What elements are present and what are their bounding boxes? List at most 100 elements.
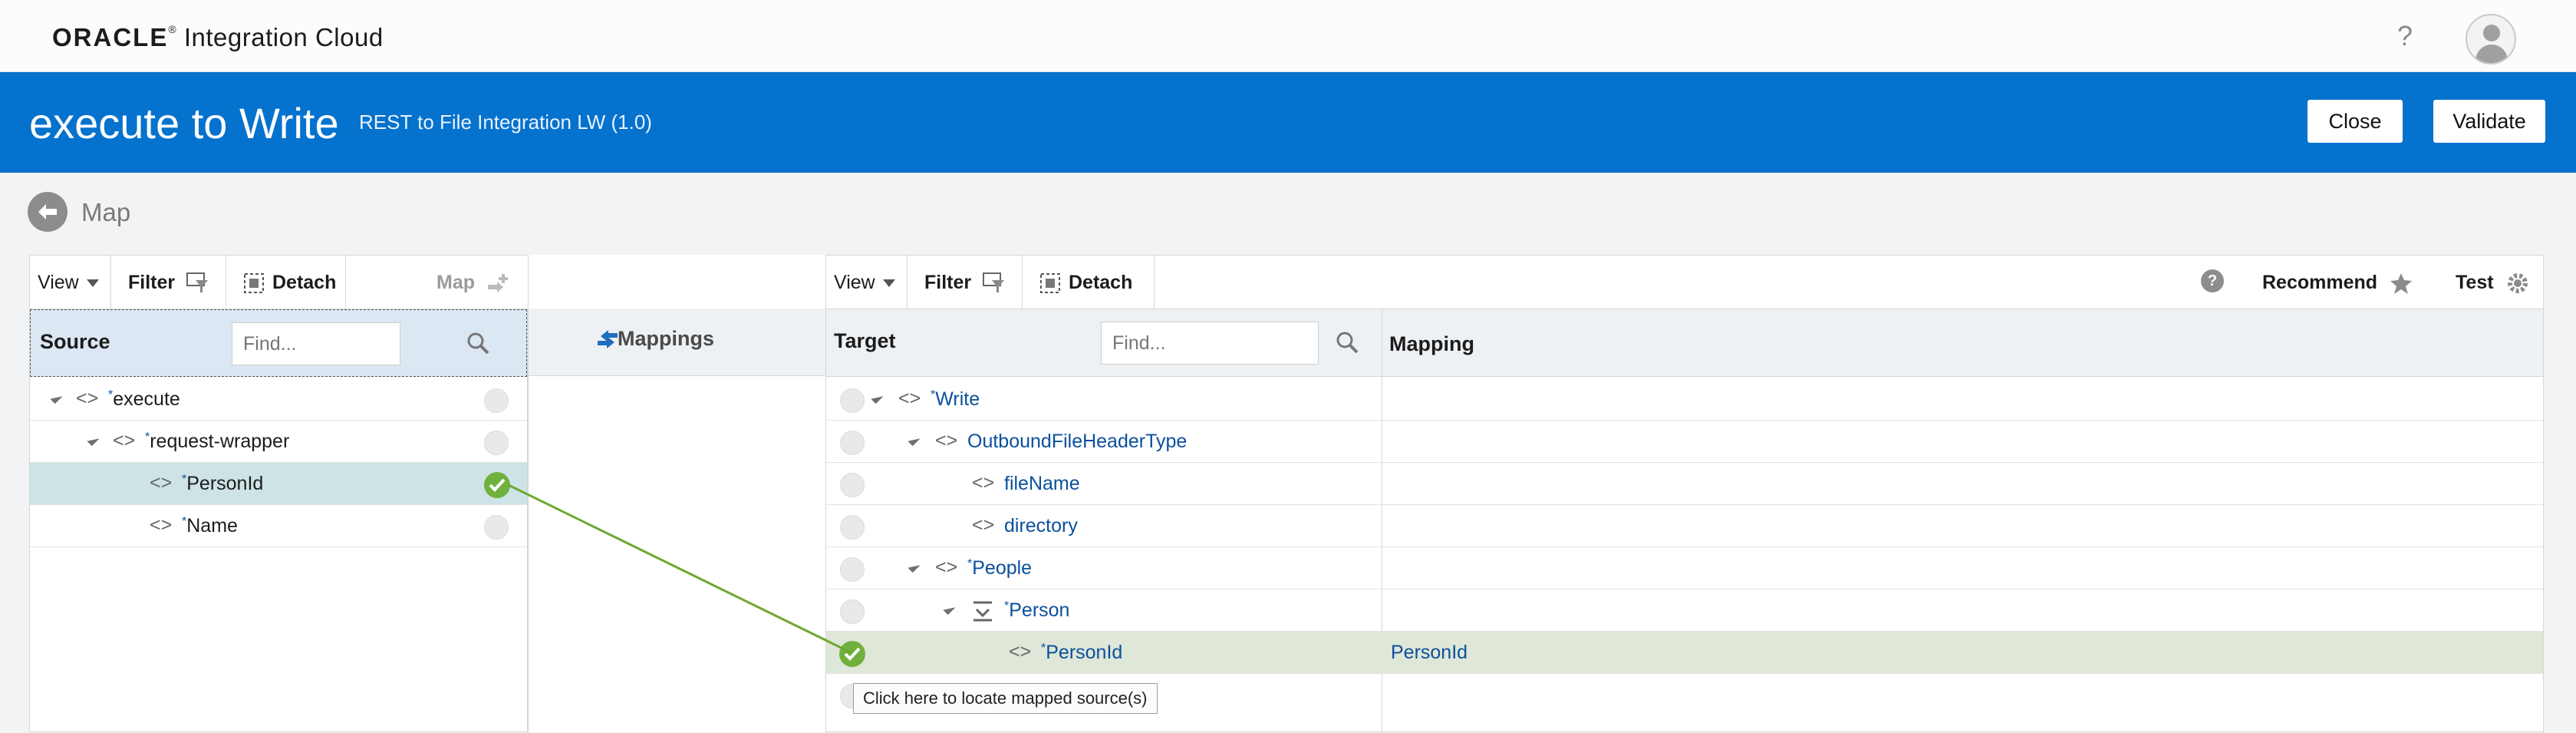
mapped-check-icon[interactable] xyxy=(839,641,865,667)
target-node-label: *PersonId xyxy=(1041,642,1123,663)
source-panel: View Filter Detach Map Source <> *execut… xyxy=(29,255,529,732)
avatar-body xyxy=(2476,45,2508,63)
mappings-header: Mappings xyxy=(529,309,825,376)
element-icon: <> xyxy=(113,430,136,451)
target-row-person[interactable]: *Person xyxy=(826,589,2543,632)
target-row-personid[interactable]: <> *PersonId PersonId xyxy=(826,632,2543,674)
avatar[interactable] xyxy=(2466,14,2516,64)
target-detach-button[interactable]: Detach xyxy=(1023,256,1155,309)
search-icon[interactable] xyxy=(465,330,491,356)
source-node-label: *Name xyxy=(182,515,238,537)
map-section-title: Map xyxy=(81,198,131,226)
target-row-outboundfileheadertype[interactable]: <> OutboundFileHeaderType xyxy=(826,421,2543,463)
mapping-column-header: Mapping xyxy=(1389,332,1474,355)
target-row-people[interactable]: <> *People xyxy=(826,547,2543,589)
unmapped-status-icon xyxy=(840,431,865,455)
collapse-triangle-icon[interactable] xyxy=(908,560,921,573)
top-bar: ORACLE® Integration Cloud ? xyxy=(0,0,2576,72)
map-icon xyxy=(28,192,68,232)
page-title: execute to Write xyxy=(29,99,339,147)
source-header-row: Source xyxy=(30,309,527,377)
target-view-label: View xyxy=(834,272,875,293)
mapping-value[interactable]: PersonId xyxy=(1391,642,1468,664)
element-icon: <> xyxy=(898,388,921,409)
target-panel: View Filter Detach ? Recommend Test Targ… xyxy=(825,255,2544,733)
target-find-input[interactable] xyxy=(1101,322,1319,365)
recommend-label: Recommend xyxy=(2262,272,2378,293)
oracle-logo: ORACLE® Integration Cloud xyxy=(52,23,384,52)
map-add-icon xyxy=(487,274,508,293)
target-node-label: *People xyxy=(967,557,1033,579)
test-label: Test xyxy=(2456,272,2494,293)
source-row-execute[interactable]: <> *execute xyxy=(30,378,527,421)
detach-icon xyxy=(1040,273,1060,294)
source-node-label: *request-wrapper xyxy=(145,431,290,452)
unmapped-status-icon xyxy=(840,473,865,497)
search-icon[interactable] xyxy=(1334,329,1360,355)
brand-oracle: ORACLE xyxy=(52,23,169,51)
target-view-menu[interactable]: View xyxy=(826,256,908,309)
filter-icon xyxy=(186,272,209,293)
unmapped-status-icon xyxy=(484,388,509,413)
brand-registered: ® xyxy=(168,23,177,35)
detach-icon xyxy=(244,273,264,294)
target-row-write[interactable]: <> *Write xyxy=(826,378,2543,421)
title-band: execute to Write REST to File Integratio… xyxy=(0,72,2576,173)
help-icon[interactable]: ? xyxy=(2201,269,2224,292)
target-header-row: Target Mapping xyxy=(826,309,2543,377)
unmapped-status-icon xyxy=(484,431,509,455)
mappings-panel: Mappings xyxy=(528,255,825,732)
source-row-personid[interactable]: <> *PersonId xyxy=(30,463,527,505)
source-find-input[interactable] xyxy=(232,322,400,365)
unmapped-status-icon xyxy=(484,515,509,540)
element-icon: <> xyxy=(972,472,995,494)
collapse-triangle-icon[interactable] xyxy=(943,602,956,616)
source-row-request-wrapper[interactable]: <> *request-wrapper xyxy=(30,421,527,463)
source-row-name[interactable]: <> *Name xyxy=(30,505,527,547)
element-icon: <> xyxy=(1009,641,1032,662)
brand-product: Integration Cloud xyxy=(183,23,384,51)
target-node-label: fileName xyxy=(1004,473,1080,494)
avatar-head xyxy=(2483,25,2500,41)
validate-button[interactable]: Validate xyxy=(2433,100,2545,143)
target-node-label: *Person xyxy=(1004,599,1070,621)
map-button[interactable]: Map xyxy=(436,256,529,309)
recommend-button[interactable]: Recommend xyxy=(2262,256,2413,309)
target-filter-button[interactable]: Filter xyxy=(908,256,1023,309)
element-icon: <> xyxy=(76,388,99,409)
map-button-label: Map xyxy=(436,272,475,293)
mappings-icon xyxy=(598,330,618,348)
source-filter-button[interactable]: Filter xyxy=(111,256,226,309)
mapped-check-icon[interactable] xyxy=(484,472,510,498)
collapse-triangle-icon[interactable] xyxy=(50,391,63,404)
mappings-label: Mappings xyxy=(618,327,714,350)
element-icon: <> xyxy=(150,514,173,536)
unmapped-status-icon xyxy=(840,557,865,582)
source-toolbar: View Filter Detach Map xyxy=(30,256,529,309)
target-node-label: OutboundFileHeaderType xyxy=(967,431,1188,452)
test-button[interactable]: Test xyxy=(2456,256,2530,309)
source-header-label: Source xyxy=(40,330,110,353)
source-view-label: View xyxy=(38,272,79,293)
star-icon xyxy=(2390,273,2412,295)
target-filter-label: Filter xyxy=(924,272,972,293)
collapse-triangle-icon[interactable] xyxy=(87,433,100,447)
help-icon[interactable]: ? xyxy=(2397,20,2413,52)
element-icon: <> xyxy=(150,472,173,494)
source-node-label: *PersonId xyxy=(182,473,264,494)
element-icon: <> xyxy=(935,430,958,451)
element-icon: <> xyxy=(972,514,995,536)
target-row-directory[interactable]: <> directory xyxy=(826,505,2543,547)
target-row-filename[interactable]: <> fileName xyxy=(826,463,2543,505)
target-node-label: directory xyxy=(1004,515,1078,537)
target-node-label: *Write xyxy=(931,388,980,410)
repeating-element-icon xyxy=(973,601,992,622)
source-view-menu[interactable]: View xyxy=(30,256,111,309)
target-toolbar: View Filter Detach ? Recommend Test xyxy=(826,256,2543,309)
close-button[interactable]: Close xyxy=(2308,100,2403,143)
collapse-triangle-icon[interactable] xyxy=(908,433,921,447)
collapse-triangle-icon[interactable] xyxy=(871,391,884,404)
source-detach-button[interactable]: Detach xyxy=(226,256,346,309)
integration-subtitle: REST to File Integration LW (1.0) xyxy=(359,111,652,134)
target-header-label: Target xyxy=(834,329,896,352)
